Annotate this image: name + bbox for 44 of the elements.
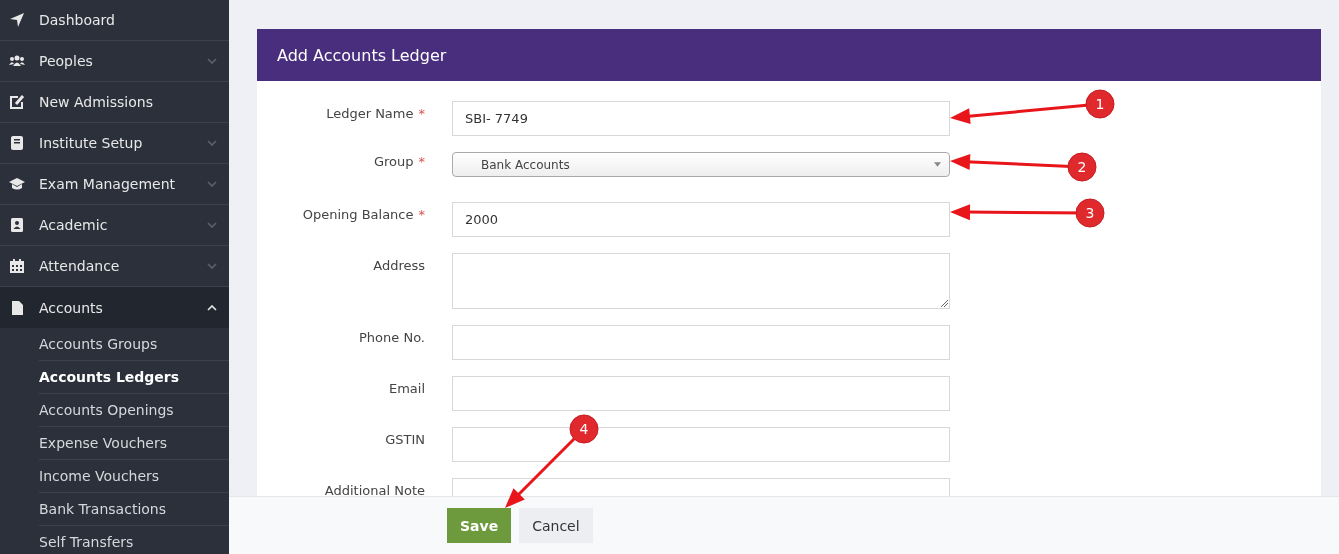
sidebar-label: Institute Setup (39, 135, 144, 151)
sidebar-label: Exam Management (39, 176, 177, 192)
field-label: Phone No. (358, 329, 425, 344)
step-badge: 1 (1085, 89, 1115, 119)
sidebar-label: New Admissions (39, 94, 154, 110)
field-label: Email (387, 380, 425, 395)
resize-handle-icon (940, 299, 948, 307)
step-badge: 3 (1075, 198, 1105, 228)
people-icon (9, 53, 25, 69)
select-field[interactable]: Bank Accounts (452, 152, 950, 177)
book-icon (9, 135, 25, 151)
field-label: Opening Balance * (301, 206, 425, 221)
step-badge: 4 (569, 414, 599, 444)
input-field[interactable] (452, 325, 950, 360)
form-title: Add Accounts Ledger (277, 45, 447, 65)
field-label: Address (372, 257, 425, 272)
sidebar-item[interactable]: Institute Setup (0, 123, 229, 164)
sidebar-label: Peoples (39, 53, 94, 69)
input-field[interactable]: 2000 (452, 202, 950, 237)
edit-icon (9, 94, 25, 110)
field-label: Ledger Name * (325, 105, 425, 120)
sidebar-item[interactable]: Academic (0, 205, 229, 246)
field-label: GSTIN (384, 431, 425, 446)
sidebar-label: Dashboard (39, 12, 116, 28)
plane-icon (9, 12, 25, 28)
field-label: Additional Note (323, 482, 425, 496)
sidebar-item[interactable]: Accounts (0, 287, 229, 328)
textarea-field[interactable] (452, 253, 950, 309)
cancel-button[interactable]: Cancel (519, 508, 593, 543)
input-field[interactable]: SBI- 7749 (452, 101, 950, 136)
step-badge: 2 (1067, 152, 1097, 182)
sidebar-label: Attendance (39, 258, 121, 274)
sidebar-label: Accounts (39, 299, 104, 316)
calendar-icon (9, 258, 25, 274)
contact-icon (9, 217, 25, 233)
file-icon (9, 299, 25, 316)
required-mark: * (418, 106, 425, 121)
required-mark: * (418, 154, 425, 169)
sidebar-label: Academic (39, 217, 109, 233)
cap-icon (9, 176, 25, 192)
caret-icon (934, 162, 941, 167)
field-label: Group * (372, 153, 425, 168)
input-field[interactable] (452, 376, 950, 411)
required-mark: * (418, 207, 425, 222)
